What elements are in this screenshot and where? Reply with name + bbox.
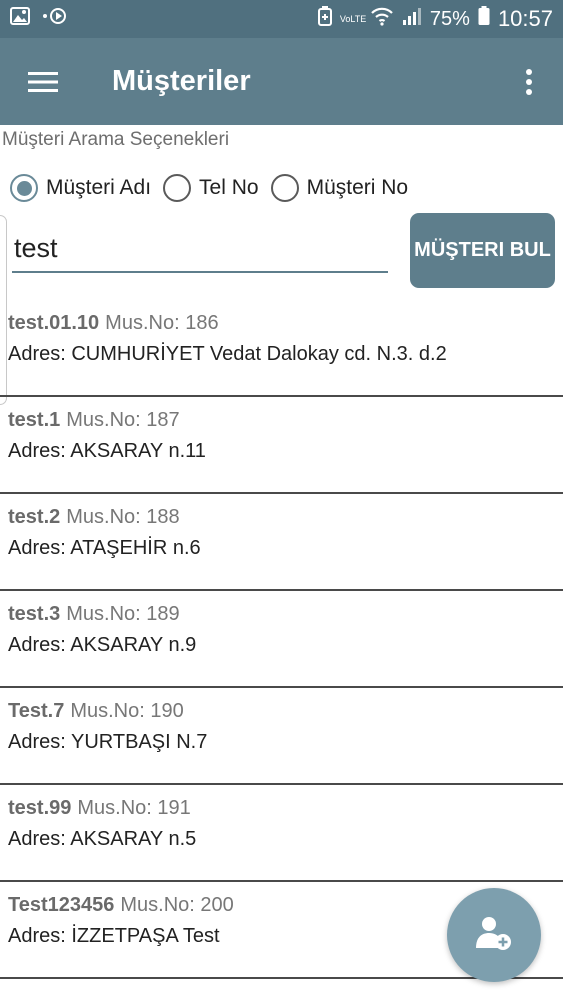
search-options-label: Müşteri Arama Seçenekleri [2, 129, 230, 150]
radio-customer-no[interactable]: Müşteri No [270, 174, 409, 202]
list-item[interactable]: test.1 Mus.No: 187 Adres: AKSARAY n.11 [0, 397, 563, 494]
image-icon [10, 7, 30, 31]
customer-name: test.01.10 [8, 312, 100, 334]
battery-saver-icon [317, 6, 332, 32]
customer-address: Adres: ATAŞEHİR n.6 [8, 537, 201, 559]
customer-address: Adres: AKSARAY n.11 [8, 440, 206, 462]
radio-customer-name[interactable]: Müşteri Adı [10, 174, 151, 202]
volte-icon: VoLTE [339, 13, 367, 24]
customer-name: Test123456 [8, 894, 115, 916]
customer-address: Adres: YURTBAŞI N.7 [8, 731, 208, 753]
radio-checked-icon [10, 174, 38, 202]
customer-address: Adres: İZZETPAŞA Test [8, 925, 220, 947]
radio-label: Müşteri No [306, 176, 409, 199]
list-item[interactable]: test.01.10 Mus.No: 186 Adres: CUMHURİYET … [0, 300, 563, 397]
find-customer-button[interactable]: MÜŞTERI BUL [410, 213, 555, 288]
list-item[interactable]: Test.7 Mus.No: 190 Adres: YURTBAŞI N.7 [0, 688, 563, 785]
radio-unchecked-icon [270, 174, 299, 202]
customer-number: Mus.No: 186 [105, 312, 219, 334]
radio-phone-no[interactable]: Tel No [163, 174, 259, 202]
customer-number: Mus.No: 200 [120, 894, 234, 916]
battery-percent: 75% [429, 7, 470, 30]
customer-name: test.99 [8, 797, 72, 819]
clock: 10:57 [497, 6, 553, 31]
hamburger-menu-icon[interactable] [18, 57, 68, 107]
radio-unchecked-icon [163, 174, 192, 202]
app-bar: Müşteriler [0, 38, 563, 125]
signal-icon [402, 6, 422, 32]
page-title: Müşteriler [112, 65, 251, 97]
customer-address: Adres: AKSARAY n.9 [8, 634, 197, 656]
list-item[interactable]: test.99 Mus.No: 191 Adres: AKSARAY n.5 [0, 785, 563, 882]
customer-number: Mus.No: 187 [66, 409, 180, 431]
customer-address: Adres: AKSARAY n.5 [8, 828, 197, 850]
radio-label: Müşteri Adı [46, 176, 152, 199]
radio-label: Tel No [199, 176, 259, 199]
search-option-group: Müşteri Adı Tel No Müşteri No [10, 170, 420, 206]
list-item[interactable]: test.2 Mus.No: 188 Adres: ATAŞEHİR n.6 [0, 494, 563, 591]
customer-name: Test.7 [8, 700, 65, 722]
wifi-icon [370, 6, 394, 32]
battery-icon [478, 6, 490, 32]
customer-list: test.01.10 Mus.No: 186 Adres: CUMHURİYET … [0, 300, 563, 979]
customer-number: Mus.No: 191 [77, 797, 191, 819]
sync-icon [42, 7, 68, 31]
customer-number: Mus.No: 189 [66, 603, 180, 625]
customer-name: test.2 [8, 506, 61, 528]
add-customer-button[interactable] [447, 888, 541, 982]
customer-address: Adres: CUMHURİYET Vedat Dalokay cd. N.3.… [8, 343, 447, 365]
customer-number: Mus.No: 188 [66, 506, 180, 528]
more-vertical-icon[interactable] [509, 57, 549, 107]
add-user-icon [474, 915, 514, 956]
customer-name: test.3 [8, 603, 61, 625]
search-input[interactable] [12, 225, 388, 273]
list-item[interactable]: test.3 Mus.No: 189 Adres: AKSARAY n.9 [0, 591, 563, 688]
customer-name: test.1 [8, 409, 61, 431]
customer-number: Mus.No: 190 [70, 700, 184, 722]
status-bar: VoLTE 75% 10:57 [0, 0, 563, 38]
